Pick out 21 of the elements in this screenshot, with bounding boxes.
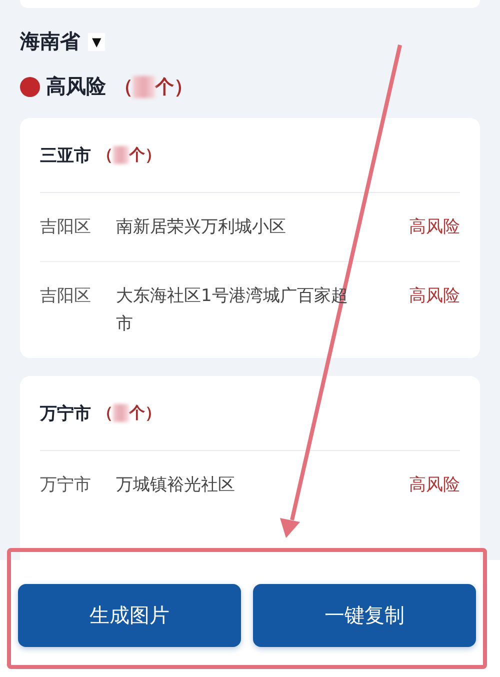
city-name: 万宁市 [40, 402, 91, 424]
count-unit: 个） [129, 144, 161, 166]
count-bracket: （ [114, 74, 133, 100]
district-name: 吉阳区 [40, 216, 92, 239]
risk-level: 高风险 [409, 285, 460, 308]
district-name: 万宁市 [40, 474, 92, 497]
count-bracket: （ [97, 402, 113, 424]
province-name: 海南省 [20, 28, 80, 55]
copy-button[interactable]: 一键复制 [253, 584, 476, 647]
risk-level-title: 高风险 [46, 73, 106, 100]
generate-image-button[interactable]: 生成图片 [18, 584, 241, 647]
place-name: 万城镇裕光社区 [116, 474, 236, 497]
place-name: 南新居荣兴万利城小区 [116, 216, 287, 239]
risk-level: 高风险 [409, 216, 460, 239]
count-unit: 个） [155, 74, 193, 100]
risk-level: 高风险 [409, 474, 460, 497]
count-bracket: （ [97, 144, 113, 166]
count-unit: 个） [129, 402, 161, 424]
dropdown-toggle[interactable]: ▼ [88, 32, 106, 50]
district-name: 吉阳区 [40, 285, 92, 308]
city-name: 三亚市 [40, 144, 91, 166]
